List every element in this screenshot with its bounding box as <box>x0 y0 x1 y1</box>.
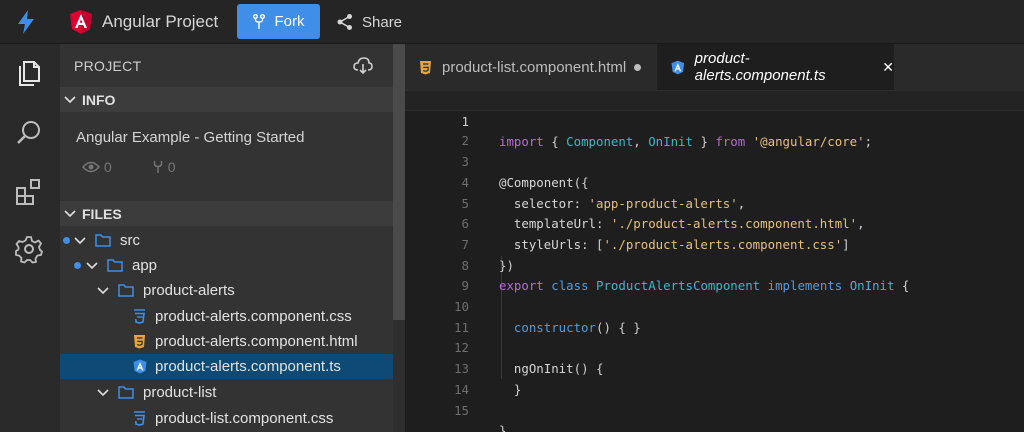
info-section-label: INFO <box>82 91 116 108</box>
angular-file-icon <box>133 359 147 374</box>
info-section-header[interactable]: INFO <box>60 87 393 112</box>
code-line[interactable]: 11 <box>405 297 1024 335</box>
code-line[interactable]: 10 constructor() { } <box>405 276 1024 335</box>
tree-item-label: product-alerts.component.html <box>155 333 358 350</box>
code-line[interactable]: 13 } <box>405 338 1024 397</box>
folder-icon <box>107 259 123 272</box>
tab-product-alerts-ts[interactable]: product-alerts.component.ts ✕ <box>657 44 894 90</box>
tree-item-label: product-alerts.component.css <box>155 308 352 325</box>
chevron-down-icon <box>64 95 76 103</box>
views-count: 0 <box>82 159 132 175</box>
project-name[interactable]: Angular Project <box>70 10 218 34</box>
css3-file-icon <box>134 309 145 324</box>
sidebar-title: PROJECT <box>74 58 142 74</box>
tab-label: product-list.component.html <box>442 58 627 76</box>
chevron-down-icon <box>64 209 76 217</box>
tree-folder-product-alerts[interactable]: product-alerts <box>60 278 393 303</box>
code-line[interactable]: 12 ngOnInit() { <box>405 318 1024 376</box>
folder-icon <box>95 234 111 247</box>
search-icon[interactable] <box>14 118 44 148</box>
code-line[interactable]: 15 } <box>405 380 1024 432</box>
project-title: Angular Project <box>102 12 219 31</box>
tab-product-list-html[interactable]: product-list.component.html <box>405 44 657 90</box>
code-line[interactable]: 1 import { Component, OnInit } from '@an… <box>405 90 1024 149</box>
folder-icon <box>118 284 134 297</box>
tree-file-ts-active[interactable]: product-alerts.component.ts <box>60 354 393 379</box>
fork-button[interactable]: Fork <box>237 4 320 39</box>
download-cloud-icon[interactable] <box>353 57 373 75</box>
stackblitz-logo-icon[interactable] <box>14 9 38 35</box>
html5-file-icon <box>420 60 431 74</box>
code-editor[interactable]: 1 import { Component, OnInit } from '@an… <box>405 90 1024 432</box>
code-line[interactable]: 7 }) <box>405 214 1024 273</box>
share-label: Share <box>362 13 403 31</box>
fork-icon <box>252 13 265 29</box>
extensions-icon[interactable] <box>14 176 44 206</box>
share-button[interactable]: Share <box>336 11 402 33</box>
modified-dot <box>74 262 81 269</box>
settings-gear-icon[interactable] <box>14 234 44 264</box>
tree-file-css[interactable]: product-alerts.component.css <box>60 304 393 329</box>
sidebar-scrollbar-track[interactable] <box>393 320 405 432</box>
tree-file-html[interactable]: product-alerts.component.html <box>60 329 393 354</box>
activity-bar <box>0 44 60 432</box>
line-number: 15 <box>454 402 469 418</box>
code-line[interactable]: 14 <box>405 359 1024 397</box>
chevron-down-icon <box>97 388 109 396</box>
chevron-down-icon <box>74 236 86 244</box>
code-line[interactable]: 3 @Component({ <box>405 131 1024 190</box>
html5-file-icon <box>134 335 145 349</box>
tree-folder-app[interactable]: app <box>60 253 393 278</box>
code-line[interactable]: 2 <box>405 111 1024 148</box>
tree-file-css[interactable]: product-list.component.css <box>60 406 393 431</box>
chevron-down-icon <box>97 286 109 294</box>
tree-item-label: src <box>120 232 140 249</box>
code-line[interactable]: 5 templateUrl: './product-alerts.compone… <box>405 173 1024 232</box>
fork-icon <box>153 161 162 173</box>
modified-dot <box>63 237 70 244</box>
sidebar-scrollbar-thumb[interactable] <box>393 44 405 320</box>
files-section-header[interactable]: FILES <box>60 201 393 226</box>
tree-item-label: product-list <box>143 384 217 401</box>
top-bar: Angular Project Fork Share <box>0 0 1024 44</box>
project-sidebar: PROJECT INFO Angular Example - Getting S… <box>60 44 393 432</box>
tree-item-label: product-alerts <box>143 282 235 299</box>
tree-item-label: product-list.component.css <box>155 410 334 427</box>
forks-count: 0 <box>152 159 196 175</box>
eye-icon <box>82 161 100 173</box>
files-icon[interactable] <box>14 58 44 88</box>
code-line[interactable]: 9 <box>405 256 1024 293</box>
sidebar-header: PROJECT <box>60 44 393 88</box>
share-icon <box>337 14 352 30</box>
code-text: } <box>499 423 507 432</box>
folder-icon <box>118 386 134 399</box>
angular-logo-icon <box>70 10 92 34</box>
chevron-down-icon <box>86 261 98 269</box>
code-line[interactable]: 4 selector: 'app-product-alerts', <box>405 152 1024 211</box>
unsaved-dot <box>634 63 642 71</box>
close-tab-icon[interactable]: ✕ <box>882 59 894 76</box>
tree-item-label: product-alerts.component.ts <box>155 358 341 375</box>
fork-label: Fork <box>274 13 305 30</box>
tab-label: product-alerts.component.ts <box>694 50 826 84</box>
code-line[interactable]: 6 styleUrls: ['./product-alerts.componen… <box>405 194 1024 252</box>
code-line[interactable]: 8 export class ProductAlertsComponent im… <box>405 235 1024 294</box>
tree-folder-product-list[interactable]: product-list <box>60 380 393 405</box>
angular-file-icon <box>671 60 685 74</box>
files-section-label: FILES <box>82 205 122 222</box>
project-description: Angular Example - Getting Started <box>76 129 305 146</box>
tree-folder-src[interactable]: src <box>60 228 393 253</box>
editor-tabs: product-list.component.html product-aler… <box>405 44 1024 90</box>
css3-file-icon <box>134 411 145 426</box>
tree-item-label: app <box>132 257 158 274</box>
project-stats: 0 0 <box>82 159 216 175</box>
